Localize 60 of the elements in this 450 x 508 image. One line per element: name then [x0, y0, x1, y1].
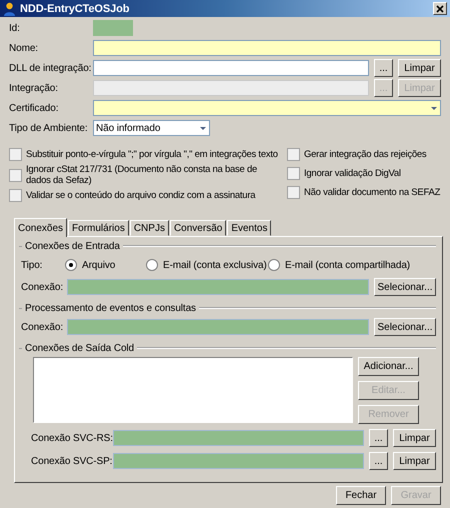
text-field[interactable]: [113, 430, 364, 446]
checkbox-label: Ignorar validação DigVal: [304, 168, 401, 179]
group-title: Processamento de eventos e consultas: [25, 302, 196, 314]
radio-button[interactable]: [268, 259, 280, 271]
tab[interactable]: Formulários: [68, 220, 129, 236]
field-label: Tipo:: [21, 260, 44, 270]
text-field[interactable]: [93, 60, 369, 76]
clear-button[interactable]: Limpar: [393, 429, 436, 447]
dropdown[interactable]: Não informado: [93, 120, 210, 136]
dropdown[interactable]: [93, 100, 441, 116]
browse-button[interactable]: ...: [374, 59, 393, 77]
group-title: Conexões de Saída Cold: [25, 342, 134, 354]
tab[interactable]: Conexões: [14, 218, 68, 237]
checkbox-label: Substituir ponto-e-vírgula ";" por vírgula "," em integrações texto: [26, 149, 278, 160]
field-label: Conexão:: [21, 282, 64, 292]
list-action-button[interactable]: Adicionar...: [358, 357, 419, 376]
select-button[interactable]: Selecionar...: [374, 278, 436, 296]
text-field[interactable]: [67, 319, 369, 335]
tab[interactable]: CNPJs: [130, 220, 169, 236]
radio-label: Arquivo: [82, 260, 116, 270]
checkbox[interactable]: [287, 167, 300, 180]
checkbox[interactable]: [287, 186, 300, 199]
checkbox-label: Ignorar cStat 217/731 (Documento não consta na base de dados da Sefaz): [26, 164, 258, 186]
checkbox[interactable]: [9, 168, 22, 182]
field-label: Conexão:: [21, 322, 64, 332]
radio-button[interactable]: [65, 259, 77, 271]
close-icon: [436, 4, 444, 12]
close-button[interactable]: [433, 2, 447, 15]
field-label: Conexão SVC-RS:: [31, 432, 113, 444]
field-label: Conexão SVC-SP:: [31, 456, 113, 466]
radio-label: E-mail (conta exclusiva): [163, 260, 267, 270]
checkbox[interactable]: [287, 148, 300, 161]
tab[interactable]: Eventos: [227, 220, 272, 236]
text-field[interactable]: [113, 453, 364, 469]
browse-button[interactable]: ...: [369, 429, 388, 447]
field-label: DLL de integração:: [9, 62, 92, 74]
user-icon: [3, 2, 16, 16]
text-field[interactable]: [93, 40, 441, 56]
clear-button[interactable]: Limpar: [393, 452, 436, 470]
field-label: Certificado:: [9, 102, 60, 114]
text-field[interactable]: [93, 20, 133, 36]
checkbox[interactable]: [9, 189, 22, 202]
field-label: Integração:: [9, 82, 59, 94]
dialog-button[interactable]: Fechar: [336, 486, 386, 505]
radio-button[interactable]: [146, 259, 158, 271]
checkbox[interactable]: [9, 148, 22, 161]
checkbox-label: Gerar integração das rejeições: [304, 149, 426, 160]
tab[interactable]: Conversão: [170, 220, 226, 236]
field-label: Nome:: [9, 42, 39, 54]
group-title: Conexões de Entrada: [25, 240, 120, 252]
select-button[interactable]: Selecionar...: [374, 318, 436, 336]
window-title: NDD-EntryCTeOSJob: [20, 2, 130, 14]
field-label: Tipo de Ambiente:: [9, 122, 89, 134]
field-label: Id:: [9, 22, 21, 34]
text-field[interactable]: [67, 279, 369, 295]
radio-label: E-mail (conta compartilhada): [285, 260, 410, 270]
clear-button[interactable]: Limpar: [398, 59, 441, 77]
browse-button[interactable]: ...: [369, 452, 388, 470]
checkbox-label: Validar se o conteúdo do arquivo condiz com a assinatura: [26, 190, 256, 201]
checkbox-label: Não validar documento na SEFAZ: [304, 187, 440, 198]
